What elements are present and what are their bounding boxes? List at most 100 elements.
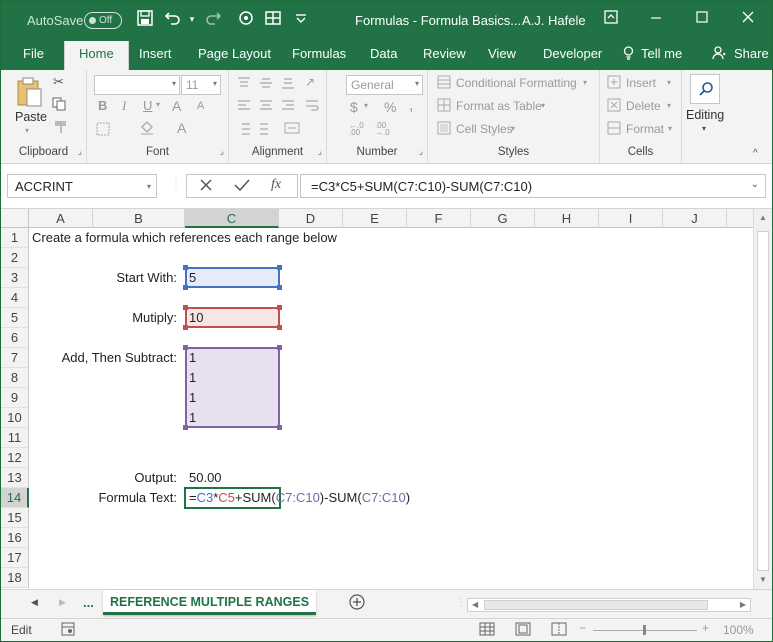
tab-view[interactable]: View bbox=[488, 46, 516, 61]
range-handle[interactable] bbox=[183, 285, 188, 290]
decrease-indent-icon[interactable] bbox=[237, 122, 251, 139]
number-format-select[interactable]: General ▾ bbox=[346, 75, 423, 95]
ribbon-display-icon[interactable] bbox=[602, 10, 620, 28]
page-layout-view-icon[interactable] bbox=[515, 622, 531, 639]
column-header-i[interactable]: I bbox=[599, 209, 663, 228]
column-header-f[interactable]: F bbox=[407, 209, 471, 228]
conditional-formatting-button[interactable]: Conditional Formatting bbox=[456, 76, 577, 90]
currency-button[interactable]: $ bbox=[350, 99, 358, 115]
range-handle[interactable] bbox=[277, 345, 282, 350]
row-header-18[interactable]: 18 bbox=[1, 568, 29, 588]
cell-c8[interactable]: 1 bbox=[189, 368, 196, 388]
range-handle[interactable] bbox=[183, 325, 188, 330]
search-icon[interactable] bbox=[690, 74, 720, 104]
row-header-2[interactable]: 2 bbox=[1, 248, 29, 268]
cell-a1[interactable]: Create a formula which references each r… bbox=[32, 228, 337, 248]
cancel-icon[interactable] bbox=[199, 178, 213, 195]
minimize-icon[interactable] bbox=[647, 10, 665, 28]
cell-c5[interactable]: 10 bbox=[189, 308, 203, 328]
decrease-decimal-icon[interactable]: .00 →.0 bbox=[375, 122, 390, 137]
undo-icon[interactable] bbox=[164, 10, 182, 28]
row-header-1[interactable]: 1 bbox=[1, 228, 29, 248]
range-handle[interactable] bbox=[183, 265, 188, 270]
delete-cells-button[interactable]: Delete bbox=[626, 99, 661, 113]
share-button[interactable]: Share bbox=[734, 46, 769, 61]
tab-developer[interactable]: Developer bbox=[543, 46, 602, 61]
column-header-c[interactable]: C bbox=[185, 209, 279, 228]
currency-dropdown-icon[interactable]: ▾ bbox=[364, 101, 368, 110]
format-painter-icon[interactable] bbox=[54, 120, 68, 137]
zoom-slider[interactable] bbox=[593, 625, 697, 635]
save-icon[interactable] bbox=[136, 10, 154, 28]
column-header-b[interactable]: B bbox=[93, 209, 185, 228]
cell-styles-dropdown-icon[interactable]: ▾ bbox=[511, 124, 515, 133]
zoom-out-button[interactable]: − bbox=[579, 621, 586, 635]
next-sheet-icon[interactable]: ▶ bbox=[59, 597, 66, 608]
row-header-11[interactable]: 11 bbox=[1, 428, 29, 448]
editing-button[interactable]: Editing bbox=[686, 108, 724, 122]
column-header-g[interactable]: G bbox=[471, 209, 535, 228]
tab-file[interactable]: File bbox=[23, 46, 44, 61]
row-header-3[interactable]: 3 bbox=[1, 268, 29, 288]
add-sheet-icon[interactable] bbox=[349, 594, 365, 613]
cell-b3[interactable]: Start With: bbox=[29, 268, 177, 288]
row-header-6[interactable]: 6 bbox=[1, 328, 29, 348]
row-header-8[interactable]: 8 bbox=[1, 368, 29, 388]
scroll-down-icon[interactable]: ▼ bbox=[759, 575, 767, 584]
user-name[interactable]: A.J. Hafele bbox=[522, 13, 586, 28]
row-header-13[interactable]: 13 bbox=[1, 468, 29, 488]
row-header-7[interactable]: 7 bbox=[1, 348, 29, 368]
redo-icon[interactable] bbox=[204, 10, 222, 28]
font-launcher-icon[interactable]: ⌟ bbox=[220, 146, 224, 157]
row-header-12[interactable]: 12 bbox=[1, 448, 29, 468]
paste-dropdown-icon[interactable]: ▾ bbox=[25, 126, 29, 135]
column-header-k[interactable] bbox=[727, 209, 753, 228]
row-header-14[interactable]: 14 bbox=[1, 488, 29, 508]
prev-sheet-icon[interactable]: ◀ bbox=[31, 597, 38, 608]
align-right-icon[interactable] bbox=[281, 99, 295, 116]
zoom-level[interactable]: 100% bbox=[723, 623, 754, 637]
range-handle[interactable] bbox=[277, 425, 282, 430]
horizontal-scroll-thumb[interactable] bbox=[484, 600, 708, 610]
underline-dropdown-icon[interactable]: ▾ bbox=[156, 100, 160, 109]
cell-c10[interactable]: 1 bbox=[189, 408, 196, 428]
bold-button[interactable]: B bbox=[98, 98, 107, 113]
delete-dropdown-icon[interactable]: ▾ bbox=[667, 101, 671, 110]
tab-data[interactable]: Data bbox=[370, 46, 397, 61]
format-cells-button[interactable]: Format bbox=[626, 122, 664, 136]
page-break-view-icon[interactable] bbox=[551, 622, 567, 639]
paste-button[interactable]: Paste bbox=[15, 110, 47, 124]
row-header-15[interactable]: 15 bbox=[1, 508, 29, 528]
sheet-tab-active[interactable]: REFERENCE MULTIPLE RANGES bbox=[103, 590, 316, 615]
row-header-16[interactable]: 16 bbox=[1, 528, 29, 548]
paste-icon[interactable] bbox=[15, 76, 43, 111]
cell-b13[interactable]: Output: bbox=[29, 468, 177, 488]
tab-page-layout[interactable]: Page Layout bbox=[198, 46, 271, 61]
conditional-dropdown-icon[interactable]: ▾ bbox=[583, 78, 587, 87]
tab-formulas[interactable]: Formulas bbox=[292, 46, 346, 61]
column-header-h[interactable]: H bbox=[535, 209, 599, 228]
split-dots-icon[interactable]: ⋮ bbox=[456, 597, 466, 608]
name-box[interactable]: ACCRINT ▾ bbox=[7, 174, 157, 198]
cell-c14[interactable]: =C3*C5+SUM(C7:C10)-SUM(C7:C10) bbox=[189, 488, 410, 508]
number-launcher-icon[interactable]: ⌟ bbox=[419, 146, 423, 157]
column-header-e[interactable]: E bbox=[343, 209, 407, 228]
maximize-icon[interactable] bbox=[693, 10, 711, 28]
increase-indent-icon[interactable] bbox=[259, 122, 273, 139]
insert-cells-button[interactable]: Insert bbox=[626, 76, 656, 90]
scroll-left-icon[interactable]: ◀ bbox=[472, 600, 478, 609]
font-name-select[interactable]: ▾ bbox=[94, 75, 180, 95]
row-header-10[interactable]: 10 bbox=[1, 408, 29, 428]
cell-b14[interactable]: Formula Text: bbox=[29, 488, 177, 508]
format-as-table-button[interactable]: Format as Table bbox=[456, 99, 542, 113]
cut-icon[interactable]: ✂ bbox=[53, 74, 64, 90]
comma-button[interactable]: , bbox=[409, 97, 413, 115]
row-header-17[interactable]: 17 bbox=[1, 548, 29, 568]
cell-c7[interactable]: 1 bbox=[189, 348, 196, 368]
cell-b7[interactable]: Add, Then Subtract: bbox=[29, 348, 177, 368]
format-table-dropdown-icon[interactable]: ▾ bbox=[541, 101, 545, 110]
increase-decimal-icon[interactable]: ←.0.00 bbox=[349, 122, 364, 137]
align-bottom-icon[interactable] bbox=[281, 76, 295, 93]
cell-c9[interactable]: 1 bbox=[189, 388, 196, 408]
scroll-up-icon[interactable]: ▲ bbox=[759, 213, 767, 222]
